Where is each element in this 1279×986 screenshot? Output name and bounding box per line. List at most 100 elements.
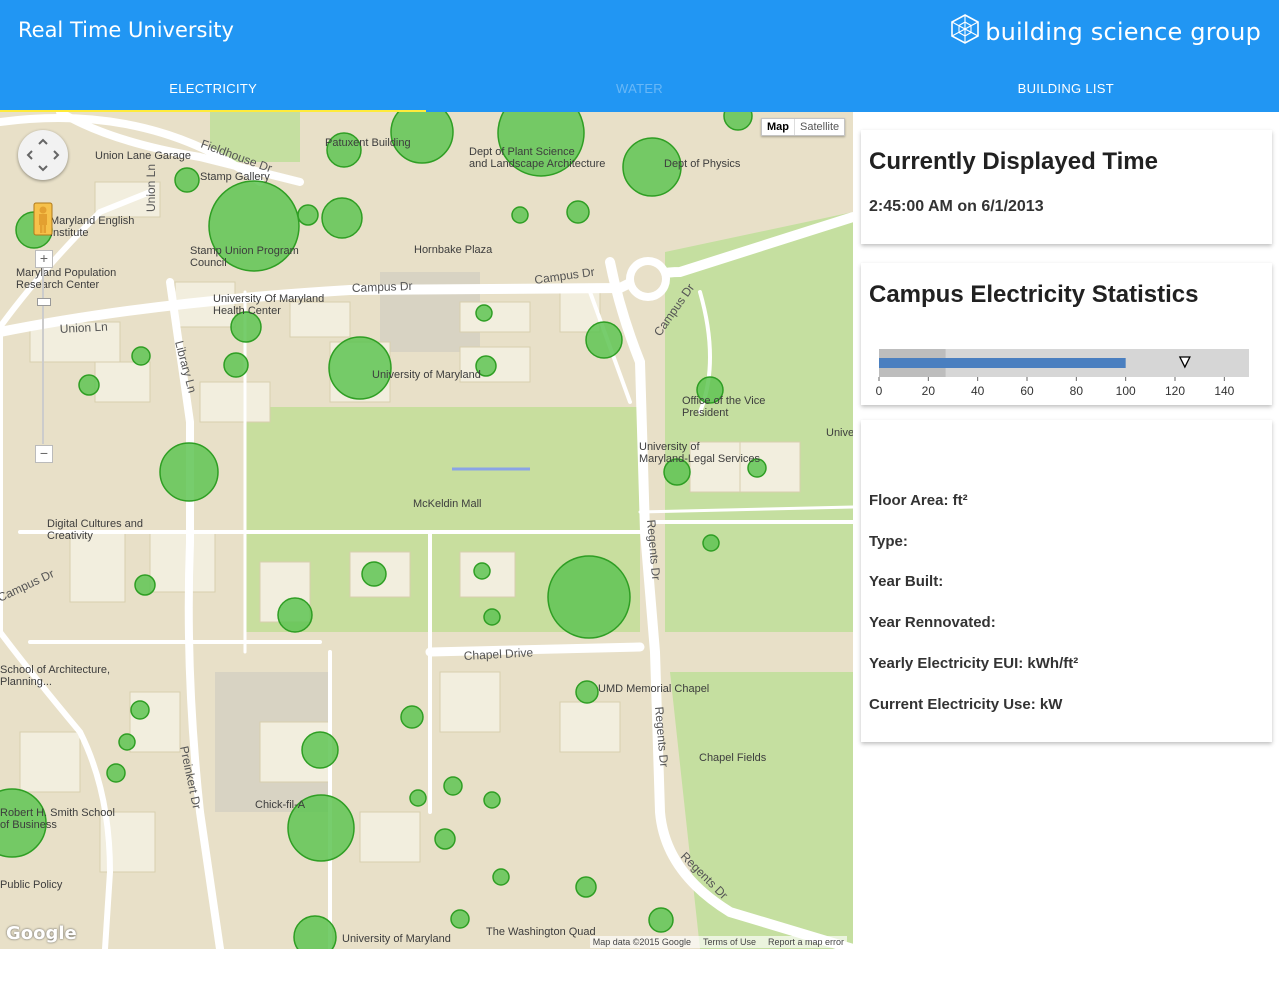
map-road-label: Union Ln [144,164,158,212]
building-electricity-marker[interactable] [702,534,720,552]
map-place-label: University of Maryland [342,933,451,945]
pan-arrows-icon [26,138,60,172]
app-header: Real Time University building science gr… [0,0,1279,112]
bullet-tick-label: 0 [876,384,883,398]
terms-of-use-link[interactable]: Terms of Use [703,937,756,947]
electricity-bullet-chart: 0 20 40 60 80 100 120 140 [876,349,1249,398]
bullet-tick-label: 40 [971,384,985,398]
year-rennovated-row: Year Rennovated: [869,614,996,632]
time-panel: Currently Displayed Time 2:45:00 AM on 6… [861,130,1272,244]
building-electricity-marker[interactable] [434,828,456,850]
building-electricity-marker[interactable] [566,200,590,224]
bullet-tick-label: 20 [922,384,936,398]
map-place-label: McKeldin Mall [413,498,481,510]
bullet-tick-label: 140 [1214,384,1234,398]
building-electricity-marker[interactable] [159,442,219,502]
tab-building-list[interactable]: BUILDING LIST [853,64,1279,112]
building-electricity-marker[interactable] [361,561,387,587]
type-row: Type: [869,532,908,550]
map-place-label: Dept of Physics [664,158,741,170]
building-electricity-marker[interactable] [328,336,392,400]
stats-panel-title: Campus Electricity Statistics [869,281,1199,308]
building-electricity-marker[interactable] [450,909,470,929]
map-road-label: Campus Dr [352,279,413,295]
floor-area-row: Floor Area: ft² [869,491,968,509]
building-electricity-marker[interactable] [409,789,427,807]
displayed-time: 2:45:00 AM on 6/1/2013 [869,198,1044,215]
building-electricity-marker[interactable] [483,791,501,809]
zoom-out-icon[interactable]: − [35,445,53,463]
building-electricity-marker[interactable] [575,876,597,898]
bullet-measure [879,358,1126,368]
building-electricity-marker[interactable] [492,868,510,886]
zoom-slider-track[interactable] [42,268,44,444]
tab-label: BUILDING LIST [1017,80,1114,96]
building-electricity-marker[interactable] [547,555,631,639]
building-electricity-marker[interactable] [648,907,674,933]
building-electricity-marker[interactable] [134,574,156,596]
map-data-credit: Map data ©2015 Google [592,937,691,947]
map-place-label: UMD Memorial Chapel [598,683,709,695]
map-attribution: Map data ©2015 Google Terms of Use Repor… [589,936,847,948]
map-place-label: Unive [826,427,853,439]
map-canvas[interactable]: Union Lane Garage Patuxent Building Dept o… [0,112,853,949]
time-panel-title: Currently Displayed Time [869,148,1158,175]
bullet-tick-label: 100 [1116,384,1136,398]
tab-label: WATER [615,80,663,96]
street-view-pegman-icon[interactable] [33,202,53,236]
building-electricity-marker[interactable] [585,321,623,359]
building-electricity-marker[interactable] [301,731,339,769]
building-electricity-marker[interactable] [473,562,491,580]
yearly-eui-row: Yearly Electricity EUI: kWh/ft² [869,655,1079,673]
building-electricity-marker[interactable] [78,374,100,396]
app-title: Real Time University [18,18,234,42]
building-electricity-marker[interactable] [118,733,136,751]
building-electricity-marker[interactable] [475,304,493,322]
building-info-panel: Floor Area: ft² Type: Year Built: Year R… [861,420,1272,742]
tab-bar: ELECTRICITY WATER BUILDING LIST [0,64,1279,112]
bullet-tick-label: 120 [1165,384,1185,398]
building-electricity-marker[interactable] [511,206,529,224]
building-electricity-marker[interactable] [131,346,151,366]
building-electricity-marker[interactable] [321,197,363,239]
building-electricity-marker[interactable] [400,705,424,729]
tab-label: ELECTRICITY [169,80,258,96]
brand-name: building science group [985,17,1261,46]
building-electricity-marker[interactable] [297,204,319,226]
map-type-map-button[interactable]: Map [762,119,794,135]
year-built-row: Year Built: [869,573,944,591]
brand-logo: building science group [951,14,1261,49]
zoom-slider-handle[interactable] [37,298,51,306]
map-place-label: Hornbake Plaza [414,244,493,256]
building-electricity-marker[interactable] [575,680,599,704]
map-place-label: The Washington Quad [486,926,596,938]
map-place-label: Chapel Fields [699,752,767,764]
building-electricity-marker[interactable] [223,352,249,378]
current-use-row: Current Electricity Use: kW [869,695,1063,713]
hexagon-network-icon [951,14,980,49]
map-place-label: Patuxent Building [325,137,411,149]
map-place-label: Public Policy [0,879,63,891]
stats-panel: Campus Electricity Statistics 0 20 40 60 80 1… [861,263,1272,405]
building-electricity-marker[interactable] [130,700,150,720]
building-electricity-marker[interactable] [483,608,501,626]
map-place-label: Chick-fil-A [255,799,306,811]
building-electricity-marker[interactable] [174,167,200,193]
campus-map[interactable]: Union Lane Garage Patuxent Building Dept o… [0,112,853,949]
report-map-error-link[interactable]: Report a map error [768,937,844,947]
pan-control[interactable] [18,130,68,180]
map-place-label: University of Maryland [372,369,481,381]
building-electricity-marker[interactable] [106,763,126,783]
map-place-label: Union Lane Garage [95,150,191,162]
zoom-in-icon[interactable]: + [35,250,53,268]
map-type-satellite-button[interactable]: Satellite [794,119,844,135]
bullet-tick-label: 80 [1070,384,1084,398]
tab-water[interactable]: WATER [426,64,852,112]
tab-electricity[interactable]: ELECTRICITY [0,64,427,112]
building-electricity-marker[interactable] [277,597,313,633]
map-type-control: Map Satellite [761,118,846,136]
bullet-tick-label: 60 [1020,384,1034,398]
map-road-label: Union Ln [59,320,108,336]
building-electricity-marker[interactable] [443,776,463,796]
map-place-label: Stamp Gallery [200,171,270,183]
